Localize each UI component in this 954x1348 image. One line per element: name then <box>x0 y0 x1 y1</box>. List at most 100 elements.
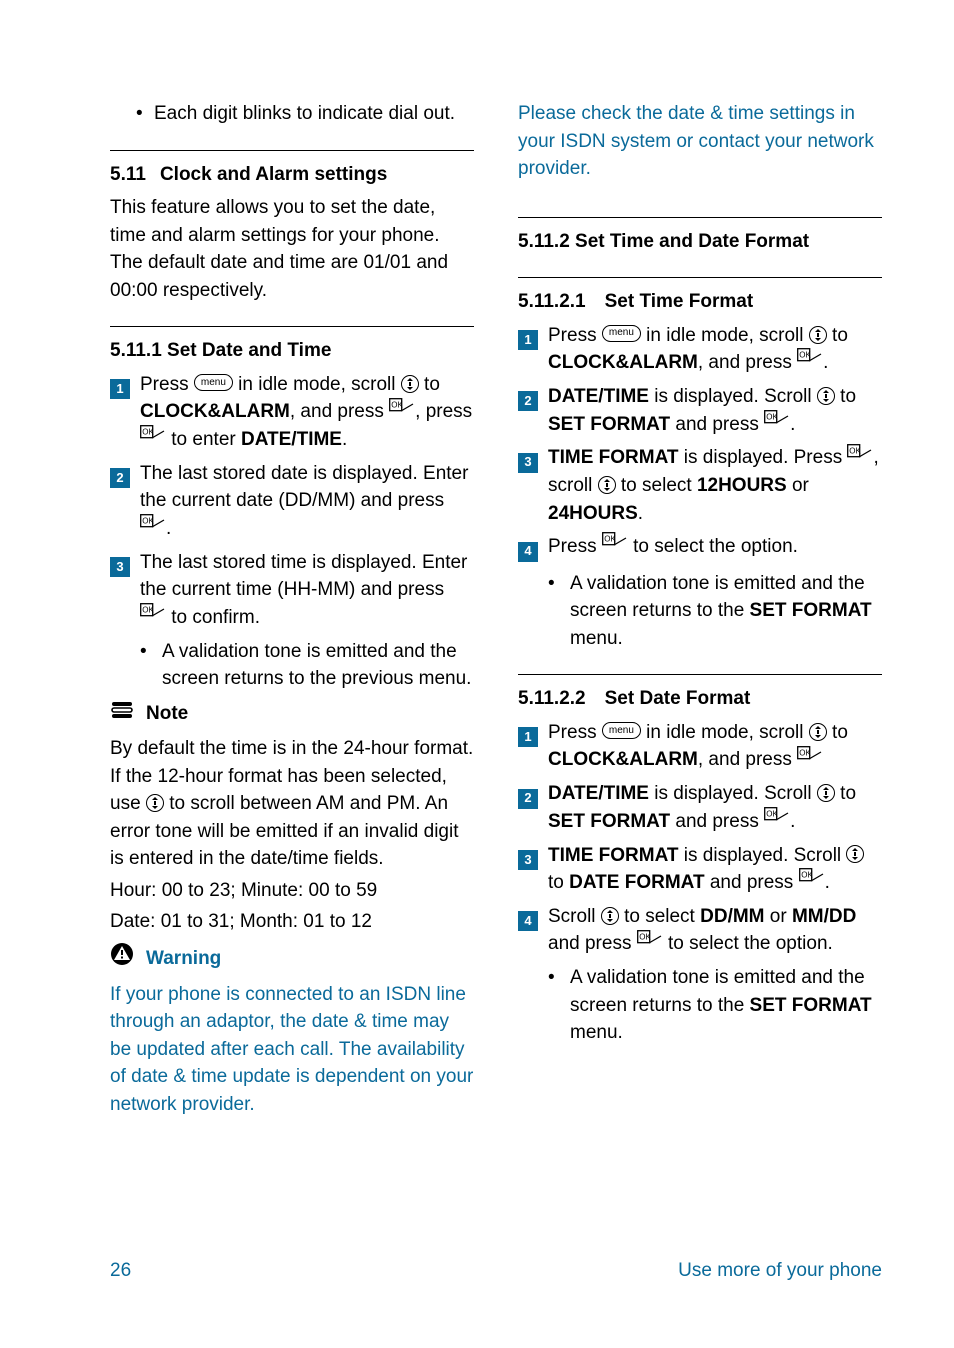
step-badge: 2 <box>518 780 548 835</box>
bullet-dot: • <box>136 100 154 128</box>
svg-text:OK: OK <box>799 351 811 360</box>
scroll-icon <box>401 375 419 393</box>
bullet-text: A validation tone is emitted and the scr… <box>570 964 882 1047</box>
step-text: TIME FORMAT is displayed. Press OK, scro… <box>548 444 882 527</box>
bullet-dot: • <box>548 570 570 653</box>
section-heading: 5.11 Clock and Alarm settings <box>110 161 474 189</box>
paragraph: This feature allows you to set the date,… <box>110 194 474 304</box>
step-row: 2 DATE/TIME is displayed. Scroll to SET … <box>518 780 882 835</box>
ok-icon: OK <box>140 513 166 541</box>
svg-text:OK: OK <box>604 535 616 544</box>
section-number: 5.11 <box>110 161 146 189</box>
svg-text:OK: OK <box>142 428 154 437</box>
step-row: 2 The last stored date is displayed. Ent… <box>110 460 474 543</box>
divider <box>518 674 882 675</box>
scroll-icon <box>809 326 827 344</box>
subsection-heading: 5.11.2.1 Set Time Format <box>518 288 882 316</box>
menu-icon: menu <box>194 374 233 391</box>
svg-text:OK: OK <box>391 400 403 409</box>
scroll-icon <box>817 387 835 405</box>
warning-text: If your phone is connected to an ISDN li… <box>110 981 474 1119</box>
scroll-icon <box>146 794 164 812</box>
section-title: Clock and Alarm settings <box>160 164 387 185</box>
warning-row: Warning <box>110 942 474 975</box>
svg-text:OK: OK <box>766 809 778 818</box>
scroll-icon <box>809 723 827 741</box>
ok-icon: OK <box>764 409 790 437</box>
step-row: 4 Scroll to select DD/MM or MM/DD and pr… <box>518 903 882 958</box>
step-badge: 2 <box>110 460 140 543</box>
scroll-icon <box>817 784 835 802</box>
subsection-heading: 5.11.1 Set Date and Time <box>110 337 474 365</box>
note-row: Note <box>110 699 474 730</box>
warning-icon <box>110 942 134 975</box>
step-row: 3 The last stored time is displayed. Ent… <box>110 549 474 632</box>
ok-icon: OK <box>797 745 823 773</box>
scroll-icon <box>598 476 616 494</box>
bullet-dot: • <box>548 964 570 1047</box>
paragraph: Hour: 00 to 23; Minute: 00 to 59 <box>110 877 474 905</box>
step-text: Press menu in idle mode, scroll to CLOCK… <box>548 719 882 774</box>
step-text: DATE/TIME is displayed. Scroll to SET FO… <box>548 383 882 438</box>
bullet-text: A validation tone is emitted and the scr… <box>162 638 474 693</box>
ok-icon: OK <box>140 424 166 452</box>
ok-icon: OK <box>764 806 790 834</box>
page-number: 26 <box>110 1260 131 1282</box>
scroll-icon <box>846 845 864 863</box>
warning-text-cont: Please check the date & time settings in… <box>518 100 882 183</box>
menu-icon: menu <box>602 325 641 342</box>
paragraph: By default the time is in the 24-hour fo… <box>110 735 474 873</box>
step-text: TIME FORMAT is displayed. Scroll to DATE… <box>548 842 882 897</box>
menu-icon: menu <box>602 722 641 739</box>
svg-text:OK: OK <box>799 748 811 757</box>
left-column: • Each digit blinks to indicate dial out… <box>110 100 474 1122</box>
ok-icon: OK <box>389 397 415 425</box>
step-badge: 3 <box>518 444 548 527</box>
step-badge: 3 <box>110 549 140 632</box>
ok-icon: OK <box>140 602 166 630</box>
divider <box>110 150 474 151</box>
bullet-text: A validation tone is emitted and the scr… <box>570 570 882 653</box>
paragraph: Date: 01 to 31; Month: 01 to 12 <box>110 908 474 936</box>
bullet-dot: • <box>140 638 162 693</box>
svg-text:OK: OK <box>142 606 154 615</box>
subsection-heading: 5.11.2.2 Set Date Format <box>518 685 882 713</box>
scroll-icon <box>601 907 619 925</box>
step-badge: 4 <box>518 533 548 564</box>
step-badge: 3 <box>518 842 548 897</box>
page-title: Use more of your phone <box>678 1260 882 1282</box>
nested-bullet: • A validation tone is emitted and the s… <box>518 964 882 1047</box>
step-row: 3 TIME FORMAT is displayed. Press OK, sc… <box>518 444 882 527</box>
step-row: 3 TIME FORMAT is displayed. Scroll to DA… <box>518 842 882 897</box>
svg-text:OK: OK <box>850 446 862 455</box>
subsection-heading: 5.11.2 Set Time and Date Format <box>518 228 882 256</box>
ok-icon: OK <box>799 867 825 895</box>
note-icon <box>110 699 134 730</box>
divider <box>110 326 474 327</box>
step-badge: 1 <box>110 371 140 454</box>
step-row: 1 Press menu in idle mode, scroll to CLO… <box>110 371 474 454</box>
step-text: DATE/TIME is displayed. Scroll to SET FO… <box>548 780 882 835</box>
svg-text:OK: OK <box>639 932 651 941</box>
step-badge: 4 <box>518 903 548 958</box>
ok-icon: OK <box>847 443 873 471</box>
ok-icon: OK <box>637 929 663 957</box>
divider <box>518 277 882 278</box>
step-badge: 2 <box>518 383 548 438</box>
step-row: 1 Press menu in idle mode, scroll to CLO… <box>518 322 882 377</box>
bullet-text: Each digit blinks to indicate dial out. <box>154 100 474 128</box>
warning-label: Warning <box>146 945 221 973</box>
step-row: 1 Press menu in idle mode, scroll to CLO… <box>518 719 882 774</box>
divider <box>518 217 882 218</box>
step-text: The last stored date is displayed. Enter… <box>140 460 474 543</box>
nested-bullet: • A validation tone is emitted and the s… <box>518 570 882 653</box>
step-row: 4 Press OK to select the option. <box>518 533 882 564</box>
svg-text:OK: OK <box>142 517 154 526</box>
svg-text:OK: OK <box>801 871 813 880</box>
bullet-item: • Each digit blinks to indicate dial out… <box>110 100 474 128</box>
step-badge: 1 <box>518 719 548 774</box>
nested-bullet: • A validation tone is emitted and the s… <box>110 638 474 693</box>
step-text: Press OK to select the option. <box>548 533 882 564</box>
ok-icon: OK <box>797 347 823 375</box>
right-column: Please check the date & time settings in… <box>518 100 882 1122</box>
